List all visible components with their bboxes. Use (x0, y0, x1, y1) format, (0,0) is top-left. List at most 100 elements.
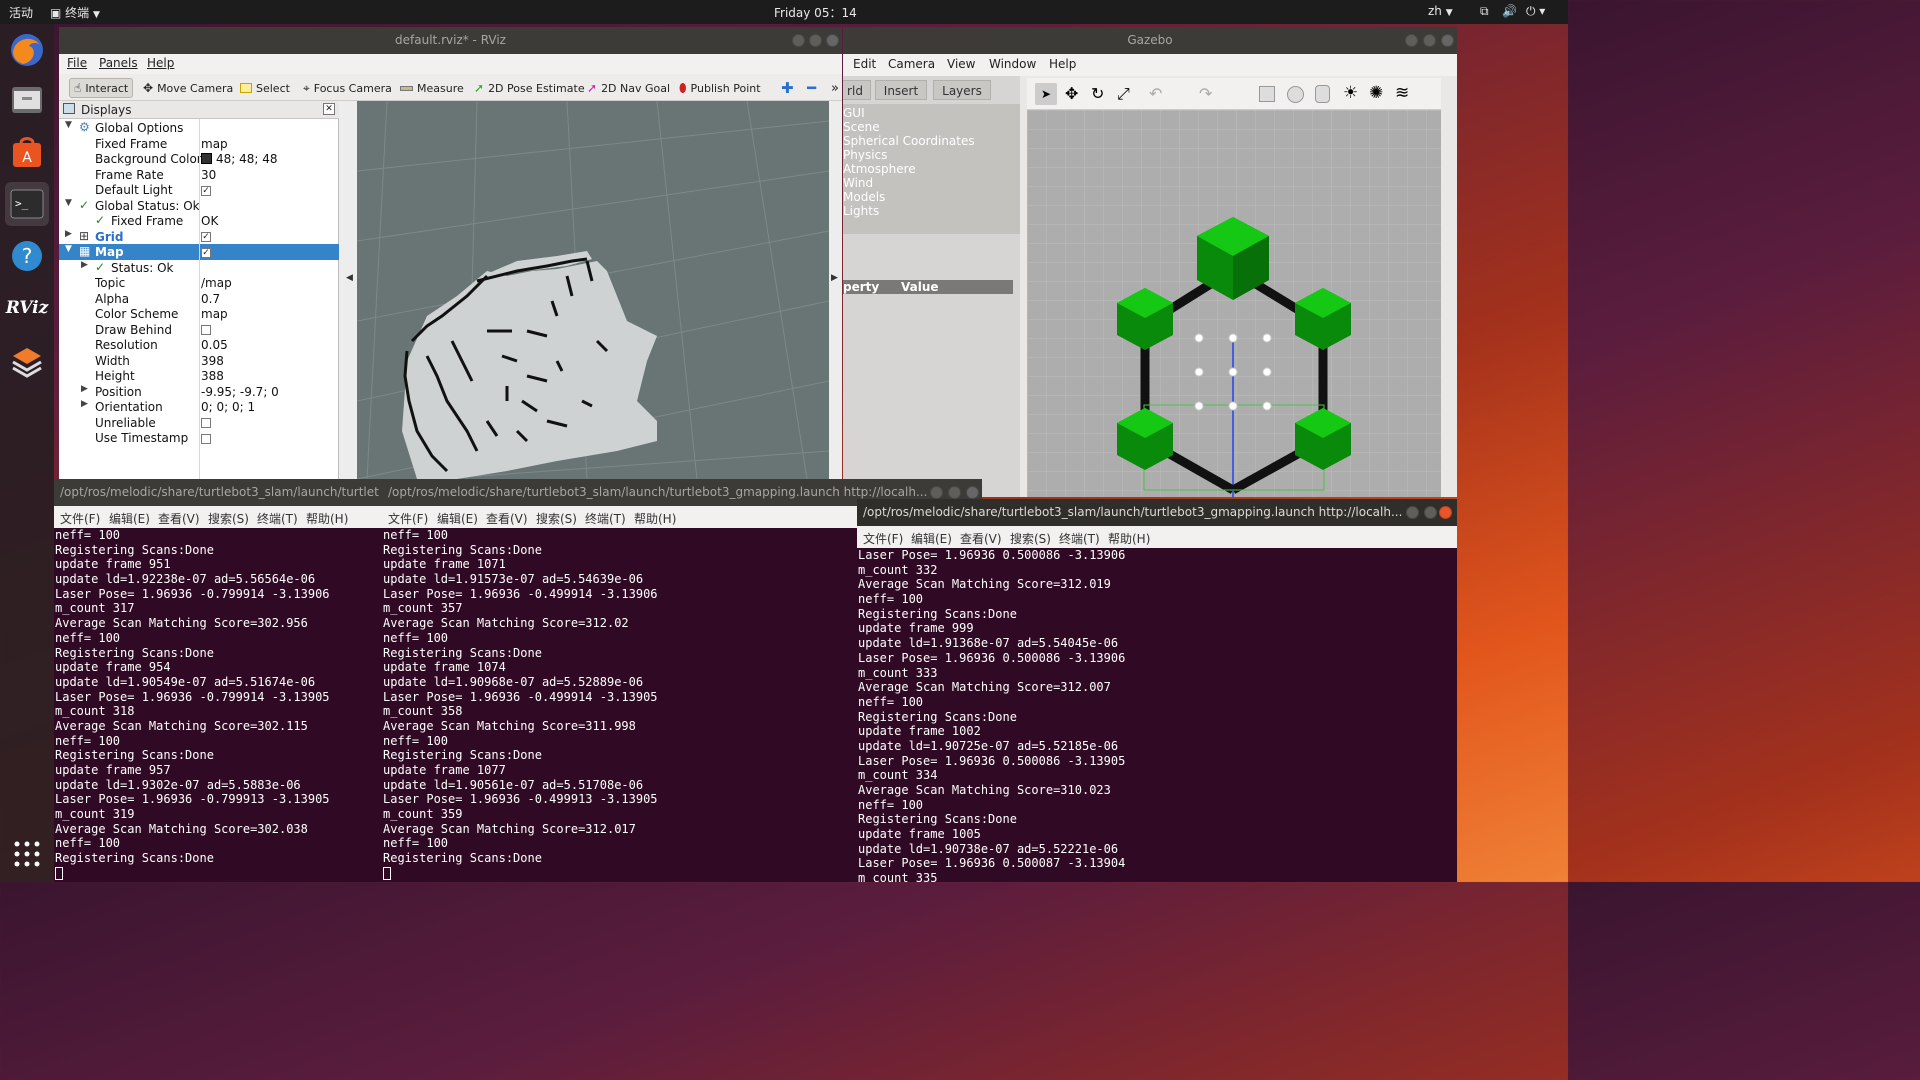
app-menu[interactable]: ▣ 终端 ▼ (50, 4, 100, 21)
display-row-value[interactable]: 398 (201, 354, 224, 368)
rviz-titlebar[interactable]: default.rviz* - RViz (59, 27, 842, 54)
menu-file[interactable]: 文件(F) (863, 530, 903, 547)
menu-terminal[interactable]: 终端(T) (257, 510, 298, 527)
volume-icon[interactable]: 🔊 (1502, 4, 1517, 18)
sphere-shape-icon[interactable] (1287, 86, 1304, 103)
help-icon[interactable]: ? (5, 234, 49, 278)
display-row-value[interactable]: 0.05 (201, 338, 228, 352)
expand-down-icon[interactable]: ▼ (65, 198, 72, 208)
tool-focus-camera[interactable]: ⌖ Focus Camera (303, 78, 392, 98)
tool-interact[interactable]: ☝ Interact (69, 78, 134, 98)
checkbox[interactable] (201, 433, 211, 444)
network-icon[interactable]: ⧉ (1480, 4, 1489, 19)
display-row-value[interactable]: map (201, 307, 228, 321)
terminal-icon[interactable]: >_ (5, 182, 49, 226)
minimize-button[interactable] (792, 34, 805, 47)
menu-window[interactable]: Window (989, 57, 1036, 71)
spot-light-icon[interactable]: ✺ (1369, 83, 1383, 103)
rotate-mode-icon[interactable]: ↻ (1091, 84, 1104, 103)
menu-view[interactable]: View (947, 57, 975, 71)
maximize-button[interactable] (809, 34, 822, 47)
input-method[interactable]: zh ▼ (1428, 4, 1453, 18)
collapse-left-icon[interactable]: ◀ (346, 273, 353, 283)
minimize-button[interactable] (1405, 34, 1418, 47)
tool-publish-point[interactable]: ⬮ Publish Point (679, 78, 761, 98)
tool-select[interactable]: Select (240, 78, 290, 98)
show-apps-icon[interactable] (5, 832, 49, 876)
panel-splitter[interactable]: ◀ (339, 101, 357, 479)
menu-edit[interactable]: 编辑(E) (109, 510, 150, 527)
display-row-value[interactable] (201, 416, 211, 430)
world-item-scene[interactable]: Scene (843, 120, 880, 134)
expand-right-icon[interactable]: ▶ (81, 399, 88, 409)
maximize-button[interactable] (1423, 34, 1436, 47)
display-row-value[interactable]: OK (201, 214, 218, 228)
checkbox[interactable]: ✓ (201, 185, 211, 196)
tab-layers[interactable]: Layers (933, 80, 991, 100)
overflow-chevron-icon[interactable]: » (831, 78, 839, 98)
menu-help[interactable]: 帮助(H) (1108, 530, 1150, 547)
rviz-icon[interactable]: RViz (5, 286, 49, 330)
select-mode-icon[interactable]: ➤ (1035, 83, 1057, 105)
firefox-icon[interactable] (5, 28, 49, 72)
tab-world[interactable]: rld (843, 80, 871, 100)
menu-search[interactable]: 搜索(S) (536, 510, 577, 527)
world-item-spherical-coordinates[interactable]: Spherical Coordinates (843, 134, 975, 148)
terminal-3-titlebar[interactable]: /opt/ros/melodic/share/turtlebot3_slam/l… (857, 499, 1457, 526)
menu-terminal[interactable]: 终端(T) (1059, 530, 1100, 547)
terminal-3-output[interactable]: Laser Pose= 1.96936 0.500086 -3.13906 m_c… (857, 548, 1457, 882)
menu-file[interactable]: 文件(F) (388, 510, 428, 527)
maximize-button[interactable] (1424, 506, 1437, 519)
rviz-3d-view[interactable] (357, 101, 829, 479)
undo-icon[interactable]: ↶ (1149, 84, 1162, 103)
box-shape-icon[interactable] (1259, 86, 1275, 102)
tool-2d-pose-estimate[interactable]: ➚ 2D Pose Estimate (474, 78, 585, 98)
world-item-lights[interactable]: Lights (843, 204, 879, 218)
expand-right-icon[interactable]: ▶ (81, 384, 88, 394)
world-item-atmosphere[interactable]: Atmosphere (843, 162, 916, 176)
add-tool-icon[interactable]: ✚ (781, 78, 794, 98)
workspace-icon[interactable] (5, 338, 49, 382)
minimize-button[interactable] (1406, 506, 1419, 519)
gazebo-titlebar[interactable]: Gazebo (843, 27, 1457, 54)
display-row-value[interactable] (201, 323, 211, 337)
collapse-right-icon[interactable]: ▶ (831, 273, 838, 283)
world-item-gui[interactable]: GUI (843, 106, 865, 120)
close-button[interactable] (1439, 506, 1452, 519)
point-light-icon[interactable]: ☀ (1343, 83, 1358, 103)
display-row-value[interactable]: -9.95; -9.7; 0 (201, 385, 279, 399)
close-button[interactable] (826, 34, 839, 47)
menu-edit[interactable]: 编辑(E) (437, 510, 478, 527)
menu-search[interactable]: 搜索(S) (208, 510, 249, 527)
menu-help[interactable]: Help (147, 56, 174, 70)
close-panel-icon[interactable]: ✕ (323, 103, 335, 115)
menu-help[interactable]: Help (1049, 57, 1076, 71)
display-row-value[interactable]: 0.7 (201, 292, 220, 306)
world-item-models[interactable]: Models (843, 190, 885, 204)
display-row-value[interactable]: ✓ (201, 183, 211, 197)
display-row-value[interactable]: /map (201, 276, 232, 290)
menu-camera[interactable]: Camera (888, 57, 935, 71)
menu-file[interactable]: File (67, 56, 87, 70)
menu-help[interactable]: 帮助(H) (306, 510, 348, 527)
display-row-value[interactable]: 48; 48; 48 (201, 152, 278, 166)
minimize-button[interactable] (930, 486, 943, 499)
tool-move-camera[interactable]: ✥ Move Camera (143, 78, 233, 98)
expand-down-icon[interactable]: ▼ (65, 120, 72, 130)
terminal-1-output[interactable]: neff= 100 Registering Scans:Done update fr… (54, 528, 382, 882)
world-item-physics[interactable]: Physics (843, 148, 887, 162)
maximize-button[interactable] (948, 486, 961, 499)
color-swatch[interactable] (201, 153, 212, 164)
expand-right-icon[interactable]: ▶ (81, 260, 88, 270)
power-icon[interactable]: ⏻ ▾ (1526, 4, 1545, 19)
close-button[interactable] (1441, 34, 1454, 47)
remove-tool-icon[interactable]: ━ (807, 78, 816, 98)
cylinder-shape-icon[interactable] (1315, 85, 1330, 103)
menu-edit[interactable]: 编辑(E) (911, 530, 952, 547)
software-icon[interactable]: A (5, 130, 49, 174)
terminal-1-titlebar[interactable]: /opt/ros/melodic/share/turtlebot3_slam/l… (54, 479, 382, 506)
menu-view[interactable]: 查看(V) (486, 510, 528, 527)
display-row-value[interactable]: 388 (201, 369, 224, 383)
menu-panels[interactable]: Panels (99, 56, 138, 70)
right-splitter[interactable]: ▶ (829, 101, 842, 479)
